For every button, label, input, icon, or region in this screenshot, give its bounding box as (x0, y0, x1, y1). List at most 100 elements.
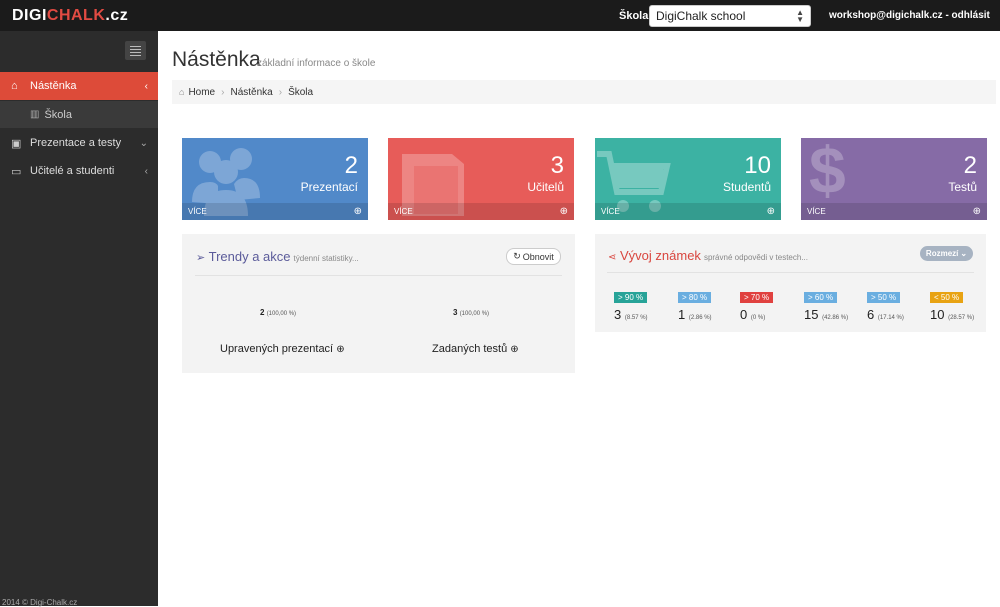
logo-text-cz: .cz (105, 7, 129, 24)
tile-more-label: VÍCE (807, 207, 826, 216)
tile-more-label: VÍCE (188, 207, 207, 216)
grade-percent: (17.14 %) (877, 315, 904, 321)
tile-more-link[interactable]: VÍCE ⊕ (388, 203, 574, 220)
tile-more-label: VÍCE (394, 207, 413, 216)
sidebar-item-label: Učitelé a studenti (30, 165, 115, 177)
grade-badge: > 80 % (678, 292, 712, 303)
chevron-down-icon: ⌄ (139, 137, 148, 149)
stat-value: 3 (453, 308, 458, 317)
stat-percent: (100,00 %) (266, 311, 297, 317)
sidebar-item-prezentace[interactable]: ▣ Prezentace a testy ⌄ (0, 129, 158, 157)
stat-presentations: 2 (100,00 %) (260, 308, 296, 317)
breadcrumb-home[interactable]: Home (188, 87, 215, 98)
tile-more-link[interactable]: VÍCE ⊕ (801, 203, 987, 220)
bar-chart-icon: ▥ (30, 109, 40, 120)
logo-text-digi: DIGI (12, 7, 47, 24)
grade-bucket: < 50 % 10 (28.57 %) (930, 287, 974, 322)
home-icon: ⌂ (179, 87, 185, 97)
tile-label: Učitelů (527, 180, 564, 194)
sidebar-item-label: Nástěnka (30, 80, 77, 92)
school-label: Škola: (619, 10, 653, 22)
tile-label: Prezentací (300, 180, 358, 194)
sidebar: ⌂ Nástěnka ‹ ▥ Škola ▣ Prezentace a test… (0, 31, 158, 606)
tile-more-link[interactable]: VÍCE ⊕ (182, 203, 368, 220)
school-select-value: DigiChalk school (656, 9, 746, 23)
chevron-left-icon: ‹ (144, 80, 148, 92)
range-label: Rozmezí (925, 249, 959, 258)
grade-count: 15 (804, 307, 819, 322)
dollar-icon: $ (809, 138, 846, 207)
stat-tile-studenti: 10 Studentů VÍCE ⊕ (595, 138, 781, 220)
grade-badge: > 70 % (740, 292, 774, 303)
trends-subtitle: týdenní statistiky... (293, 254, 359, 263)
sidebar-item-label: Prezentace a testy (30, 137, 122, 149)
grade-bucket: > 80 % 1 (2.86 %) (678, 287, 712, 322)
stat-tests: 3 (100,00 %) (453, 308, 489, 317)
divider (607, 272, 974, 273)
top-bar: DIGICHALK.cz Škola: DigiChalk school ▲ ▼ … (0, 0, 1000, 31)
refresh-icon: ↻ (513, 251, 521, 261)
tile-label: Testů (948, 180, 977, 194)
stat-value: 2 (260, 308, 265, 317)
assigned-tests-link[interactable]: Zadaných testů ⊕ (432, 343, 519, 355)
tile-value: 3 (550, 152, 564, 179)
select-arrows-icon: ▲ ▼ (796, 8, 804, 24)
page-subtitle: základní informace o škole (257, 58, 376, 69)
menu-toggle-icon[interactable] (125, 41, 146, 60)
grade-count: 0 (740, 307, 748, 322)
breadcrumb: ⌂ Home › Nástěnka › Škola (172, 80, 996, 104)
stat-label: Upravených prezentací (220, 343, 334, 355)
breadcrumb-skola: Škola (288, 86, 314, 98)
chevron-right-icon: › (278, 86, 283, 98)
grades-title-text: Vývoj známek (620, 248, 701, 263)
tile-value: 2 (963, 152, 977, 179)
grade-percent: (28.57 %) (948, 315, 975, 321)
edited-presentations-link[interactable]: Upravených prezentací ⊕ (220, 343, 345, 355)
grade-badge: > 60 % (804, 292, 838, 303)
grade-count: 1 (678, 307, 686, 322)
grades-subtitle: správné odpovědi v testech... (703, 253, 808, 262)
tile-value: 10 (744, 152, 771, 179)
chevron-down-icon: ⌄ (960, 249, 968, 258)
grade-count: 10 (930, 307, 945, 322)
grade-percent: (42.86 %) (822, 315, 849, 321)
arrow-circle-right-icon: ⊕ (353, 206, 362, 217)
chevron-down-icon[interactable]: ⌄ (978, 9, 986, 20)
trends-title: ➢ Trendy a akce týdenní statistiky... (196, 249, 359, 264)
range-dropdown-button[interactable]: Rozmezí ⌄ (920, 246, 973, 261)
briefcase-icon: ▣ (11, 137, 22, 150)
sidebar-item-nastenka[interactable]: ⌂ Nástěnka ‹ (0, 72, 158, 100)
grade-bucket: > 60 % 15 (42.86 %) (804, 287, 848, 322)
grade-percent: (8.57 %) (624, 315, 648, 321)
arrow-circle-right-icon: ⊕ (559, 206, 568, 217)
grade-count: 3 (614, 307, 622, 322)
tile-more-link[interactable]: VÍCE ⊕ (595, 203, 781, 220)
grade-bucket: > 70 % 0 (0 %) (740, 287, 774, 322)
stat-percent: (100,00 %) (459, 311, 490, 317)
arrow-circle-right-icon: ⊕ (510, 344, 519, 355)
page-title: Nástěnka (172, 48, 261, 71)
grade-badge: > 50 % (867, 292, 901, 303)
stat-tile-prezentace: 2 Prezentací VÍCE ⊕ (182, 138, 368, 220)
grade-badge: < 50 % (930, 292, 964, 303)
grade-bucket: > 90 % 3 (8.57 %) (614, 287, 648, 322)
grade-badge: > 90 % (614, 292, 648, 303)
school-select[interactable]: DigiChalk school ▲ ▼ (649, 5, 811, 27)
logo[interactable]: DIGICHALK.cz (12, 7, 128, 25)
chevron-left-icon: ‹ (144, 165, 148, 177)
grade-count: 6 (867, 307, 875, 322)
user-logout-link[interactable]: workshop@digichalk.cz - odhlásit (829, 10, 990, 21)
grade-percent: (0 %) (750, 315, 766, 321)
tile-value: 2 (344, 152, 358, 179)
send-icon: ➢ (196, 252, 206, 264)
arrow-circle-right-icon: ⊕ (766, 206, 775, 217)
sidebar-item-skola[interactable]: ▥ Škola (0, 101, 158, 128)
grades-title: ⋖ Vývoj známek správné odpovědi v testech… (608, 248, 808, 263)
sidebar-item-label: Škola (44, 108, 72, 121)
refresh-label: Obnovit (522, 251, 554, 262)
stat-tile-testy: $ 2 Testů VÍCE ⊕ (801, 138, 987, 220)
tile-more-label: VÍCE (601, 207, 620, 216)
breadcrumb-nastenka[interactable]: Nástěnka (230, 87, 272, 98)
sidebar-item-ucitele[interactable]: ▭ Učitelé a studenti ‹ (0, 157, 158, 185)
refresh-button[interactable]: ↻ Obnovit (506, 248, 561, 265)
